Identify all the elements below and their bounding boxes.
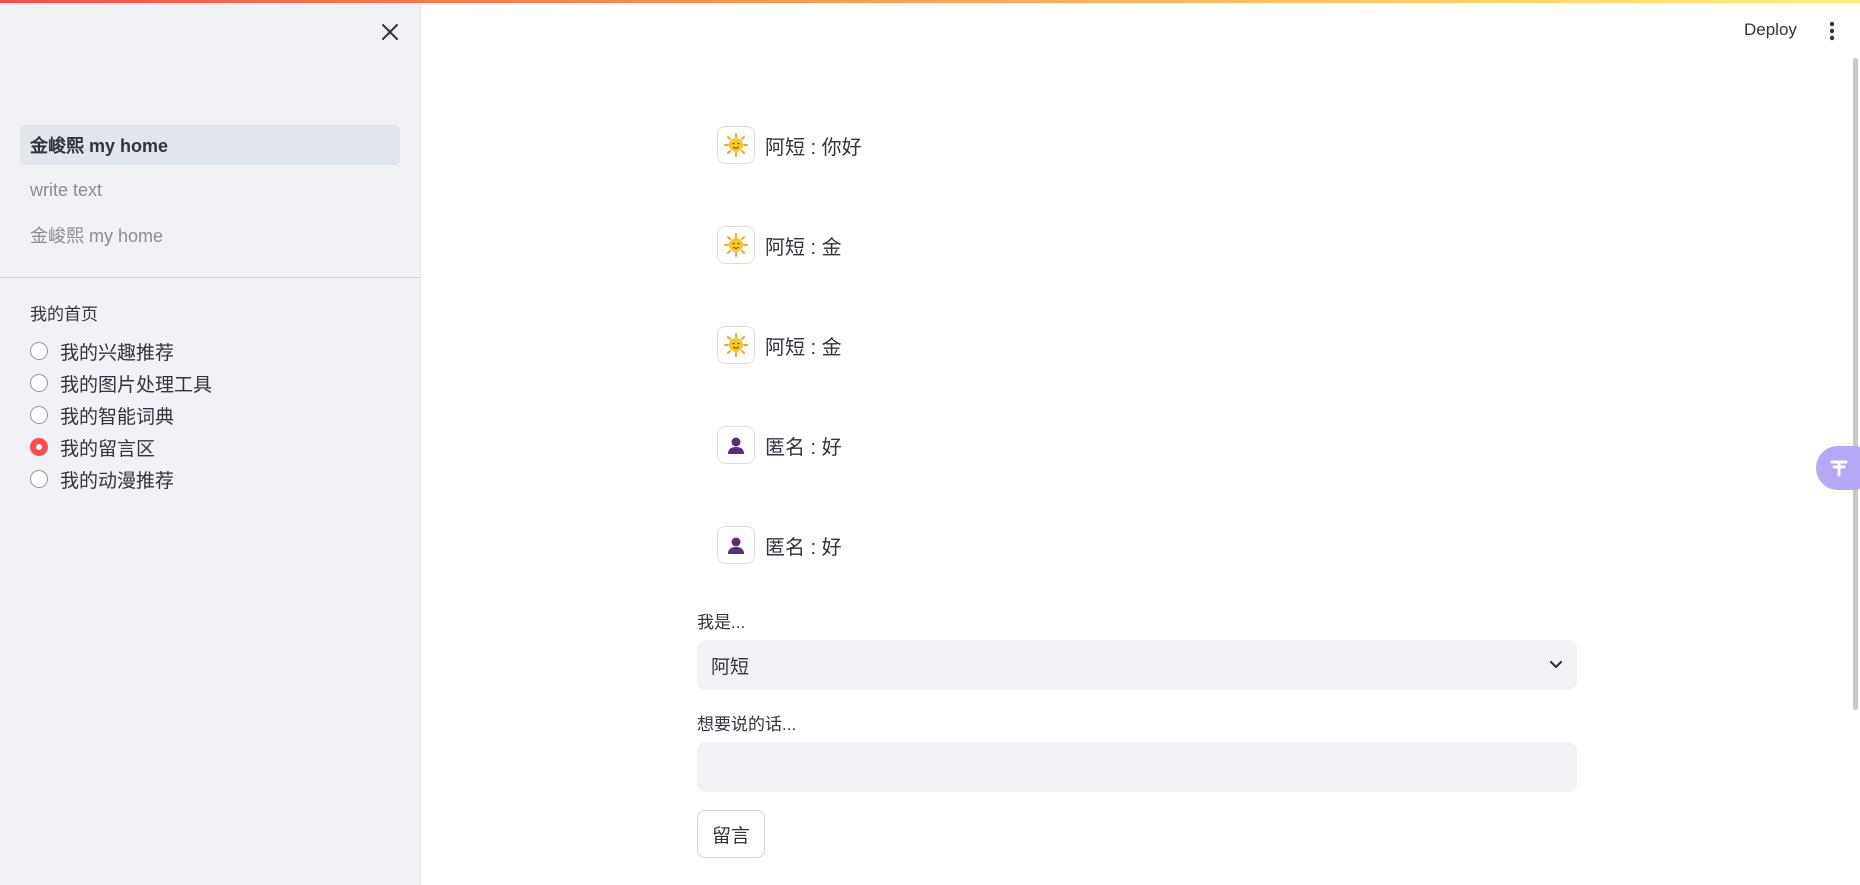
avatar <box>717 226 755 264</box>
radio-button-selected[interactable] <box>30 438 48 456</box>
chat-message: 阿短 : 金 <box>717 225 1577 265</box>
nav-item-label: write text <box>30 179 103 200</box>
radio-button[interactable] <box>30 406 48 424</box>
sidebar-divider <box>0 277 420 278</box>
sun-emoji-icon <box>724 233 748 257</box>
close-sidebar-button[interactable] <box>376 18 404 46</box>
chat-message: 阿短 : 你好 <box>717 125 1577 165</box>
chat-message-text: 阿短 : 你好 <box>765 136 862 159</box>
main-menu-button[interactable] <box>1820 18 1844 44</box>
message-input[interactable] <box>697 742 1577 792</box>
radio-option-label: 我的留言区 <box>60 438 156 460</box>
nav-item-home[interactable]: 金峻熙 my home <box>20 125 400 165</box>
avatar <box>717 426 755 464</box>
radio-option-label: 我的智能词典 <box>60 406 175 428</box>
page-radio-group: 我的首页 我的兴趣推荐 我的图片处理工具 我的智能词典 我的留言区 我的动漫推荐 <box>30 300 400 495</box>
chat-message: 匿名 : 好 <box>717 425 1577 465</box>
person-icon <box>728 437 744 454</box>
radio-option-anime[interactable]: 我的动漫推荐 <box>30 463 400 495</box>
avatar <box>717 526 755 564</box>
radio-option-image-tools[interactable]: 我的图片处理工具 <box>30 367 400 399</box>
message-list: 阿短 : 你好 阿短 : 金 阿短: 金 匿名: 好 匿名: 好 <box>717 125 1577 625</box>
message-form: 我是... 阿短 想要说的话... 留言 <box>697 608 1577 858</box>
nav-item-label: 金峻熙 my home <box>30 136 169 156</box>
radio-option-interests[interactable]: 我的兴趣推荐 <box>30 335 400 367</box>
chat-message-text: 阿短 : 金 <box>765 336 842 359</box>
avatar <box>717 326 755 364</box>
top-decoration-stripe <box>0 0 1860 3</box>
avatar <box>717 126 755 164</box>
scrollbar-thumb[interactable] <box>1853 58 1858 710</box>
radio-option-label: 我的图片处理工具 <box>60 374 213 396</box>
nav-item-write-text[interactable]: write text <box>20 170 400 210</box>
more-vertical-icon <box>1829 21 1835 41</box>
nav-item-label: 金峻熙 my home <box>30 226 164 246</box>
radio-button[interactable] <box>30 374 48 392</box>
identity-select[interactable]: 阿短 <box>697 640 1577 690</box>
radio-option-dictionary[interactable]: 我的智能词典 <box>30 399 400 431</box>
chat-message: 匿名 : 好 <box>717 525 1577 565</box>
submit-message-button[interactable]: 留言 <box>697 810 766 858</box>
radio-option-message-board[interactable]: 我的留言区 <box>30 431 400 463</box>
chat-message-text: 阿短 : 金 <box>765 236 842 259</box>
page-navigation: 金峻熙 my home write text 金峻熙 my home <box>20 125 400 260</box>
message-input-label: 想要说的话... <box>697 715 797 734</box>
translate-icon <box>1830 460 1848 477</box>
chevron-down-icon <box>1549 660 1563 669</box>
radio-option-label: 我的动漫推荐 <box>60 470 175 492</box>
nav-item-home-2[interactable]: 金峻熙 my home <box>20 215 400 255</box>
radio-button[interactable] <box>30 342 48 360</box>
person-icon <box>728 537 744 554</box>
close-icon <box>382 24 398 40</box>
chat-message-text: 匿名 : 好 <box>765 436 842 459</box>
sidebar: 金峻熙 my home write text 金峻熙 my home 我的首页 … <box>0 0 421 885</box>
sun-emoji-icon <box>724 133 748 157</box>
chat-message: 阿短 : 金 <box>717 325 1577 365</box>
identity-select-value: 阿短 <box>711 656 750 678</box>
radio-option-label: 我的兴趣推荐 <box>60 342 175 364</box>
identity-select-label: 我是... <box>697 613 746 632</box>
chat-message-text: 匿名 : 好 <box>765 536 842 559</box>
deploy-button[interactable]: Deploy <box>1736 16 1805 44</box>
radio-button[interactable] <box>30 470 48 488</box>
floating-translate-button[interactable] <box>1816 446 1860 490</box>
app-root: 金峻熙 my home write text 金峻熙 my home 我的首页 … <box>0 0 1860 885</box>
radio-group-label: 我的首页 <box>30 305 98 324</box>
sun-emoji-icon <box>724 333 748 357</box>
